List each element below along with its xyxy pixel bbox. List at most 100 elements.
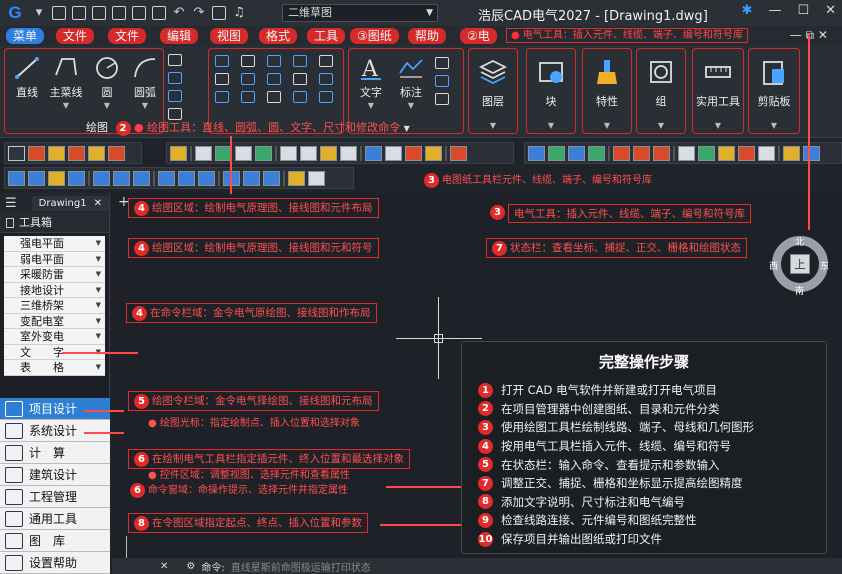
- tool-icon[interactable]: [223, 170, 240, 186]
- view-cube-west[interactable]: 西: [769, 259, 778, 272]
- tool-icon[interactable]: [93, 170, 110, 186]
- tool-icon[interactable]: [528, 145, 545, 161]
- menu-drawing[interactable]: ③图纸: [350, 28, 399, 44]
- tool-icon[interactable]: [178, 170, 195, 186]
- tool-icon[interactable]: [320, 145, 337, 161]
- print-icon[interactable]: [152, 6, 166, 20]
- dropdown-arrow-icon[interactable]: ▾: [32, 6, 46, 20]
- menu-electric[interactable]: ②电: [460, 28, 497, 44]
- tool-icon[interactable]: [28, 170, 45, 186]
- move-icon[interactable]: [215, 55, 229, 67]
- tool-icon[interactable]: [8, 170, 25, 186]
- tool-icon[interactable]: [718, 145, 735, 161]
- copy-icon[interactable]: [241, 55, 255, 67]
- menu-edit[interactable]: 编辑: [160, 28, 199, 44]
- tool-icon[interactable]: [758, 145, 775, 161]
- maximize-button[interactable]: ☐: [797, 3, 809, 18]
- library-item[interactable]: 变配电室 ▼: [4, 314, 105, 329]
- circle-button[interactable]: 圆 ▼: [89, 55, 125, 110]
- open-file-icon[interactable]: [72, 6, 86, 20]
- tool-icon[interactable]: [108, 145, 125, 161]
- category-calculation[interactable]: 计 算: [0, 442, 110, 464]
- tool-icon[interactable]: [158, 170, 175, 186]
- library-item[interactable]: 采暖防雷 ▼: [4, 267, 105, 283]
- tool-icon[interactable]: [308, 170, 325, 186]
- join-icon[interactable]: [293, 91, 307, 103]
- polyline-button[interactable]: 主菜线 ▼: [47, 55, 85, 110]
- menu-view[interactable]: 视图: [210, 28, 249, 44]
- menu-file-2[interactable]: 文件: [108, 28, 147, 44]
- tool-icon[interactable]: [450, 145, 467, 161]
- save-icon[interactable]: [92, 6, 106, 20]
- command-input[interactable]: 直线星斯前命图极运输打印状态: [231, 559, 371, 574]
- hatch-icon[interactable]: [168, 90, 182, 102]
- rotate-icon[interactable]: [215, 73, 229, 85]
- menu-help[interactable]: 帮助: [408, 28, 447, 44]
- ribbon-properties-tile[interactable]: 特性 ▼: [582, 48, 632, 134]
- extend-icon[interactable]: [293, 73, 307, 85]
- tool-icon[interactable]: [803, 145, 820, 161]
- tool-icon[interactable]: [243, 170, 260, 186]
- category-library[interactable]: 图 库: [0, 530, 110, 552]
- tool-icon[interactable]: [280, 145, 297, 161]
- close-command-icon[interactable]: ✕: [160, 561, 168, 572]
- library-item[interactable]: 三维桥架 ▼: [4, 298, 105, 314]
- category-settings[interactable]: 设置帮助: [0, 552, 110, 574]
- category-building[interactable]: 建筑设计: [0, 464, 110, 486]
- tool-icon[interactable]: [170, 145, 187, 161]
- tool-icon[interactable]: [133, 170, 150, 186]
- close-button[interactable]: ✕: [825, 3, 836, 18]
- view-cube-north[interactable]: 北: [795, 235, 804, 248]
- tool-icon[interactable]: [698, 145, 715, 161]
- fillet-icon[interactable]: [319, 73, 333, 85]
- ribbon-block-tile[interactable]: 块 ▼: [526, 48, 576, 134]
- library-item[interactable]: 室外变电 ▼: [4, 329, 105, 345]
- ribbon-group-tile[interactable]: 组 ▼: [636, 48, 686, 134]
- tool-icon[interactable]: [68, 170, 85, 186]
- undo-icon[interactable]: ↶: [172, 6, 186, 20]
- text-button[interactable]: A 文字 ▼: [353, 55, 389, 110]
- tool-icon[interactable]: [425, 145, 442, 161]
- library-item[interactable]: 表 格 ▼: [4, 360, 105, 376]
- ribbon-utilities-tile[interactable]: 实用工具 ▼: [692, 48, 744, 134]
- save-as-icon[interactable]: [112, 6, 126, 20]
- dimension-button[interactable]: 标注 ▼: [393, 55, 429, 110]
- table-icon[interactable]: [435, 57, 449, 69]
- tool-icon[interactable]: [633, 145, 650, 161]
- tool-icon[interactable]: [48, 170, 65, 186]
- workspace-select[interactable]: 二维草图 ▼: [282, 4, 438, 22]
- view-cube[interactable]: 上 北 南 东 西: [768, 232, 832, 308]
- menu-hamburger-icon[interactable]: ☰: [0, 196, 22, 211]
- array-icon[interactable]: [293, 55, 307, 67]
- arc-button[interactable]: 圆弧 ▼: [127, 55, 163, 110]
- menu-main[interactable]: 菜单: [6, 28, 45, 44]
- document-tab[interactable]: Drawing1 ✕: [31, 195, 109, 211]
- tool-icon[interactable]: [288, 170, 305, 186]
- category-project-manage[interactable]: 工程管理: [0, 486, 110, 508]
- library-icon[interactable]: [212, 6, 226, 20]
- category-common-tools[interactable]: 通用工具: [0, 508, 110, 530]
- tool-icon[interactable]: [568, 145, 585, 161]
- settings-gear-icon[interactable]: ⚙: [186, 561, 195, 572]
- stretch-icon[interactable]: [267, 73, 281, 85]
- tool-icon[interactable]: [48, 145, 65, 161]
- tool-icon[interactable]: [738, 145, 755, 161]
- library-item[interactable]: 弱电平面 ▼: [4, 252, 105, 267]
- ellipse-icon[interactable]: [168, 72, 182, 84]
- markup-icon[interactable]: [435, 93, 449, 105]
- erase-icon[interactable]: [319, 91, 333, 103]
- redo-icon[interactable]: ↷: [192, 6, 206, 20]
- tool-icon[interactable]: [613, 145, 630, 161]
- tool-icon[interactable]: [300, 145, 317, 161]
- line-button[interactable]: 直线: [9, 55, 45, 100]
- tool-icon[interactable]: [88, 145, 105, 161]
- minimize-button[interactable]: —: [768, 3, 781, 18]
- tool-icon[interactable]: [548, 145, 565, 161]
- tool-icon[interactable]: [783, 145, 800, 161]
- tool-icon[interactable]: [263, 170, 280, 186]
- menu-file[interactable]: 文件: [56, 28, 95, 44]
- tool-icon[interactable]: [235, 145, 252, 161]
- tool-icon[interactable]: [28, 145, 45, 161]
- view-cube-south[interactable]: 南: [795, 284, 804, 297]
- break-icon[interactable]: [267, 91, 281, 103]
